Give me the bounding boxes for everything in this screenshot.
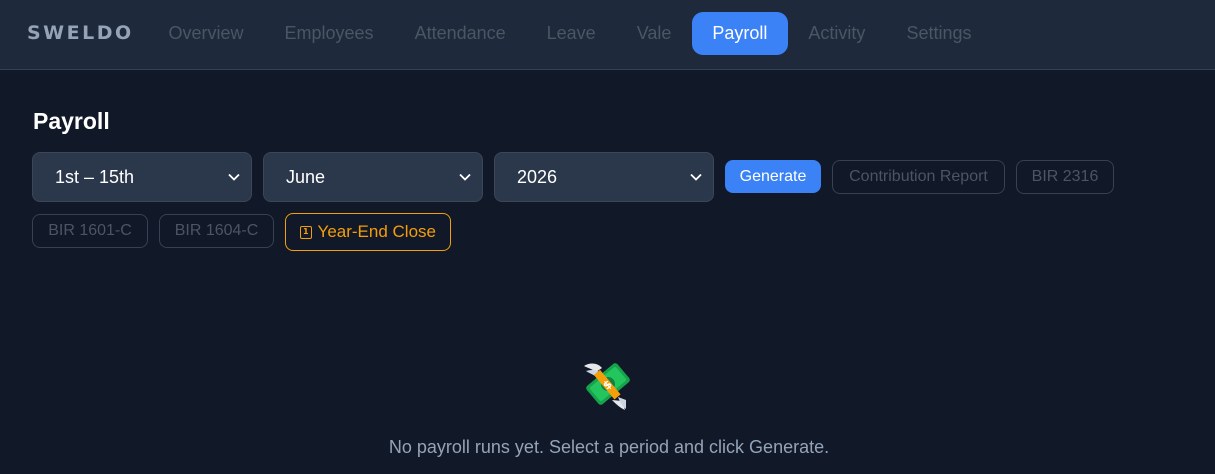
nav-tab-activity[interactable]: Activity: [788, 12, 886, 55]
year-end-close-label: Year-End Close: [317, 222, 436, 241]
month-select-value: June: [286, 166, 326, 187]
month-select[interactable]: June: [263, 152, 483, 202]
bir-1604c-button[interactable]: BIR 1604-C: [159, 214, 274, 248]
nav-tab-settings[interactable]: Settings: [886, 12, 992, 55]
bir-1601c-button[interactable]: BIR 1601-C: [32, 214, 148, 248]
main-nav: Overview Employees Attendance Leave Vale…: [148, 12, 992, 55]
nav-tab-attendance[interactable]: Attendance: [394, 12, 526, 55]
top-navigation-bar: SWELDO Overview Employees Attendance Lea…: [0, 0, 1215, 70]
year-select[interactable]: 2026: [494, 152, 714, 202]
empty-state-message: No payroll runs yet. Select a period and…: [388, 437, 830, 457]
year-end-close-button[interactable]: 1 Year-End Close: [285, 213, 451, 251]
nav-tab-overview[interactable]: Overview: [148, 12, 264, 55]
chevron-down-icon: [228, 173, 240, 181]
chevron-down-icon: [690, 173, 702, 181]
generate-button[interactable]: Generate: [725, 160, 821, 193]
calendar-icon: 1: [300, 225, 312, 239]
period-select[interactable]: 1st – 15th: [32, 152, 252, 202]
nav-tab-employees[interactable]: Employees: [264, 12, 394, 55]
money-with-wings-icon: $: [584, 363, 630, 410]
chevron-down-icon: [459, 173, 471, 181]
year-select-value: 2026: [517, 166, 558, 187]
nav-tab-payroll[interactable]: Payroll: [691, 12, 788, 55]
brand-logo[interactable]: SWELDO: [27, 22, 134, 44]
nav-tab-vale[interactable]: Vale: [616, 12, 692, 55]
contribution-report-button[interactable]: Contribution Report: [832, 160, 1005, 194]
bir-2316-button[interactable]: BIR 2316: [1016, 160, 1114, 194]
nav-tab-leave[interactable]: Leave: [526, 12, 616, 55]
page-title: Payroll: [33, 108, 110, 134]
period-select-value: 1st – 15th: [55, 166, 135, 187]
